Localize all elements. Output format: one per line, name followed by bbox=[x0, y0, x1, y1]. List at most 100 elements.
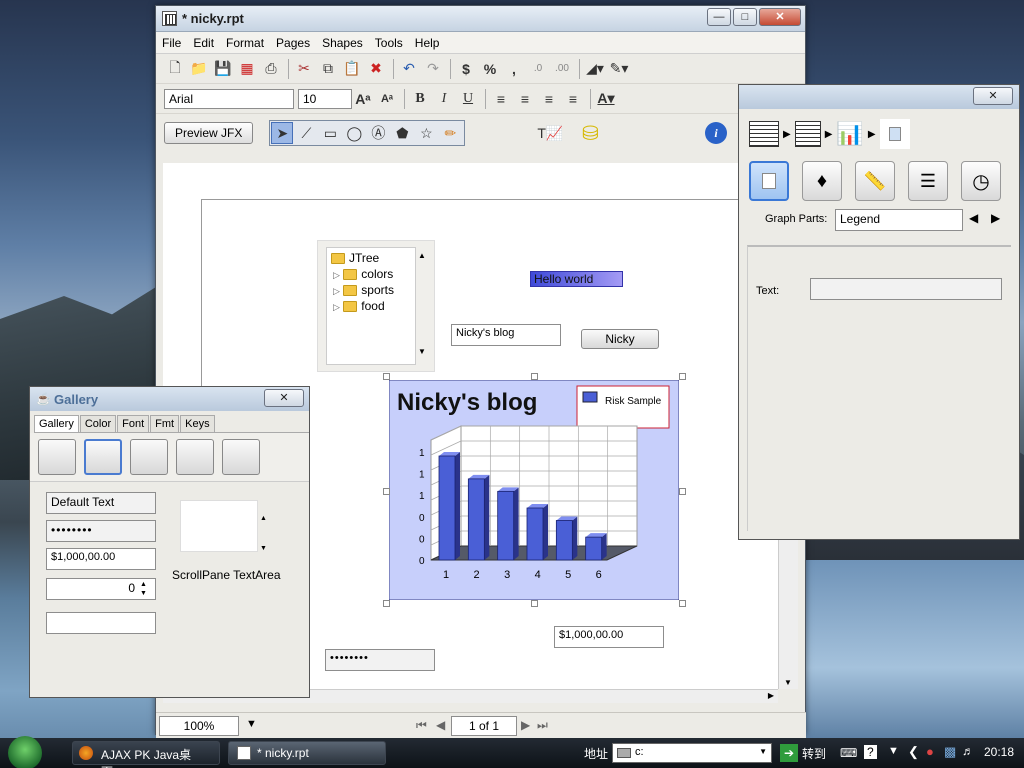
text-tool-icon[interactable]: Ⓐ bbox=[367, 122, 389, 144]
resize-handle[interactable] bbox=[383, 488, 390, 495]
tree-item[interactable]: ▷ food bbox=[327, 297, 415, 313]
preview-jfx-button[interactable]: Preview JFX bbox=[164, 122, 254, 144]
gallery-titlebar[interactable]: ☕ Gallery ✕ bbox=[30, 387, 309, 411]
resize-handle[interactable] bbox=[383, 600, 390, 607]
pencil-tool-icon[interactable]: ✏ bbox=[439, 122, 461, 144]
taskbar-browser-task[interactable]: AJAX PK Java桌面... bbox=[72, 741, 220, 768]
tab-font[interactable]: Font bbox=[117, 415, 150, 432]
tree-scroll-down-icon[interactable]: ▼ bbox=[418, 347, 426, 356]
polygon-tool-icon[interactable]: ⬟ bbox=[391, 122, 413, 144]
page-icon[interactable] bbox=[794, 121, 821, 147]
last-page-icon[interactable]: ⏭ bbox=[537, 718, 548, 733]
chart-component[interactable]: Nicky's blog Risk Sample 0 0 0 1 1 1 1 2 3 4 5 6 bbox=[388, 379, 680, 601]
graph-panel-close-button[interactable]: ✕ bbox=[973, 87, 1013, 105]
tab-keys[interactable]: Keys bbox=[180, 415, 215, 432]
menu-edit[interactable]: Edit bbox=[193, 36, 214, 50]
fill-bucket-button[interactable]: ♦ bbox=[802, 161, 842, 201]
scroll-right-icon[interactable]: ▶ bbox=[768, 691, 774, 700]
scroll-down-icon[interactable]: ▼ bbox=[784, 678, 792, 687]
maximize-button[interactable]: □ bbox=[733, 8, 757, 26]
close-button[interactable]: ✕ bbox=[759, 8, 801, 26]
go-label[interactable]: 转到 bbox=[802, 745, 826, 762]
tab-fmt[interactable]: Fmt bbox=[150, 415, 180, 432]
underline-icon[interactable]: U bbox=[457, 88, 479, 110]
scrollpane-arrows-icon[interactable]: ▲ ▼ bbox=[260, 504, 267, 564]
go-arrow-icon[interactable]: ➔ bbox=[780, 744, 798, 762]
table-widget-icon[interactable] bbox=[222, 439, 260, 475]
align-center-icon[interactable]: ≡ bbox=[514, 88, 536, 110]
tab-gallery[interactable]: Gallery bbox=[34, 415, 79, 432]
resize-handle[interactable] bbox=[679, 373, 686, 380]
increase-decimal-icon[interactable]: .0 bbox=[527, 58, 549, 80]
spinner-arrows-icon[interactable]: ▲ ▼ bbox=[140, 580, 147, 598]
nicky-button[interactable]: Nicky bbox=[581, 329, 659, 349]
first-page-icon[interactable]: ⏮ bbox=[416, 718, 427, 733]
jtree-component[interactable]: JTree ▷ colors ▷ sports ▷ food ▲ ▼ bbox=[317, 240, 435, 372]
copy-icon[interactable]: ⧉ bbox=[317, 58, 339, 80]
cut-icon[interactable]: ✂ bbox=[293, 58, 315, 80]
print-icon[interactable]: ⎙ bbox=[260, 58, 282, 80]
tree-root[interactable]: JTree bbox=[327, 248, 415, 265]
legend-text-field[interactable] bbox=[810, 278, 1002, 300]
menu-help[interactable]: Help bbox=[415, 36, 440, 50]
align-left-icon[interactable]: ≡ bbox=[490, 88, 512, 110]
currency-icon[interactable]: $ bbox=[455, 58, 477, 80]
tree-widget-icon[interactable] bbox=[130, 439, 168, 475]
graph-parts-field[interactable]: Legend bbox=[835, 209, 963, 231]
undo-icon[interactable]: ↶ bbox=[398, 58, 420, 80]
ellipse-tool-icon[interactable]: ◯ bbox=[343, 122, 365, 144]
help-tray-icon[interactable]: ? bbox=[864, 745, 877, 759]
tree-item[interactable]: ▷ colors bbox=[327, 265, 415, 281]
blog-text-field[interactable]: Nicky's blog bbox=[451, 324, 561, 346]
text-color-icon[interactable]: A▾ bbox=[595, 88, 617, 110]
comma-icon[interactable]: , bbox=[503, 58, 525, 80]
export-pdf-icon[interactable]: ▦ bbox=[236, 58, 258, 80]
percent-icon[interactable]: % bbox=[479, 58, 501, 80]
next-part-icon[interactable]: ▶ bbox=[991, 211, 1000, 225]
rectangle-tool-icon[interactable]: ▭ bbox=[319, 122, 341, 144]
address-dropdown-icon[interactable]: ▼ bbox=[759, 747, 767, 756]
address-field[interactable]: c: ▼ bbox=[612, 743, 772, 763]
zoom-dropdown-icon[interactable]: ▼ bbox=[246, 718, 257, 730]
minimize-button[interactable]: — bbox=[707, 8, 731, 26]
add-database-icon[interactable]: ⛁ bbox=[579, 122, 601, 145]
save-icon[interactable]: 💾 bbox=[212, 58, 234, 80]
password-field[interactable]: •••••••• bbox=[325, 649, 435, 671]
tabs-widget-icon[interactable] bbox=[176, 439, 214, 475]
gallery-money-field[interactable]: $1,000,00.00 bbox=[46, 548, 156, 570]
tree-item[interactable]: ▷ sports bbox=[327, 281, 415, 297]
font-name-field[interactable]: Arial bbox=[164, 88, 294, 109]
user-tray-icon[interactable]: ● bbox=[926, 744, 934, 759]
line-color-icon[interactable]: ✎▾ bbox=[608, 58, 630, 80]
fill-color-icon[interactable]: ◢▾ bbox=[584, 58, 606, 80]
align-justify-icon[interactable]: ≡ bbox=[562, 88, 584, 110]
legend-part-icon[interactable] bbox=[879, 119, 910, 149]
legend-box-button[interactable] bbox=[749, 161, 789, 201]
line-tool-icon[interactable]: ⟋ bbox=[295, 122, 317, 144]
main-titlebar[interactable]: * nicky.rpt — □ ✕ bbox=[156, 6, 805, 32]
italic-icon[interactable]: I bbox=[433, 88, 455, 110]
text-chart-icon[interactable]: T📈 bbox=[535, 122, 565, 144]
decrease-font-icon[interactable]: Aᵃ bbox=[376, 88, 398, 110]
paste-icon[interactable]: 📋 bbox=[341, 58, 363, 80]
list-widget-icon[interactable] bbox=[84, 439, 122, 475]
zoom-field[interactable]: 100% bbox=[159, 716, 239, 736]
prev-page-icon[interactable]: ◀ bbox=[436, 718, 445, 732]
redo-icon[interactable]: ↷ bbox=[422, 58, 444, 80]
tray-expand-icon[interactable]: ❮ bbox=[908, 744, 919, 760]
menu-pages[interactable]: Pages bbox=[276, 36, 310, 50]
tray-arrow-icon[interactable]: ▼ bbox=[888, 745, 899, 757]
decrease-decimal-icon[interactable]: .00 bbox=[551, 58, 573, 80]
graph-panel-titlebar[interactable]: ✕ bbox=[739, 85, 1019, 109]
new-icon[interactable]: 🗋 bbox=[164, 58, 186, 80]
keyboard-icon[interactable]: ⌨ bbox=[840, 746, 857, 760]
menu-tools[interactable]: Tools bbox=[375, 36, 403, 50]
tree-scroll-up-icon[interactable]: ▲ bbox=[418, 251, 426, 260]
gauge-button[interactable]: ◷ bbox=[961, 161, 1001, 201]
prev-part-icon[interactable]: ◀ bbox=[969, 211, 978, 225]
select-arrow-icon[interactable]: ➤ bbox=[271, 122, 294, 144]
font-size-field[interactable]: 10 bbox=[298, 88, 352, 109]
tab-color[interactable]: Color bbox=[79, 415, 117, 432]
gallery-close-button[interactable]: ✕ bbox=[264, 389, 304, 407]
list-button[interactable]: ☰ bbox=[908, 161, 948, 201]
